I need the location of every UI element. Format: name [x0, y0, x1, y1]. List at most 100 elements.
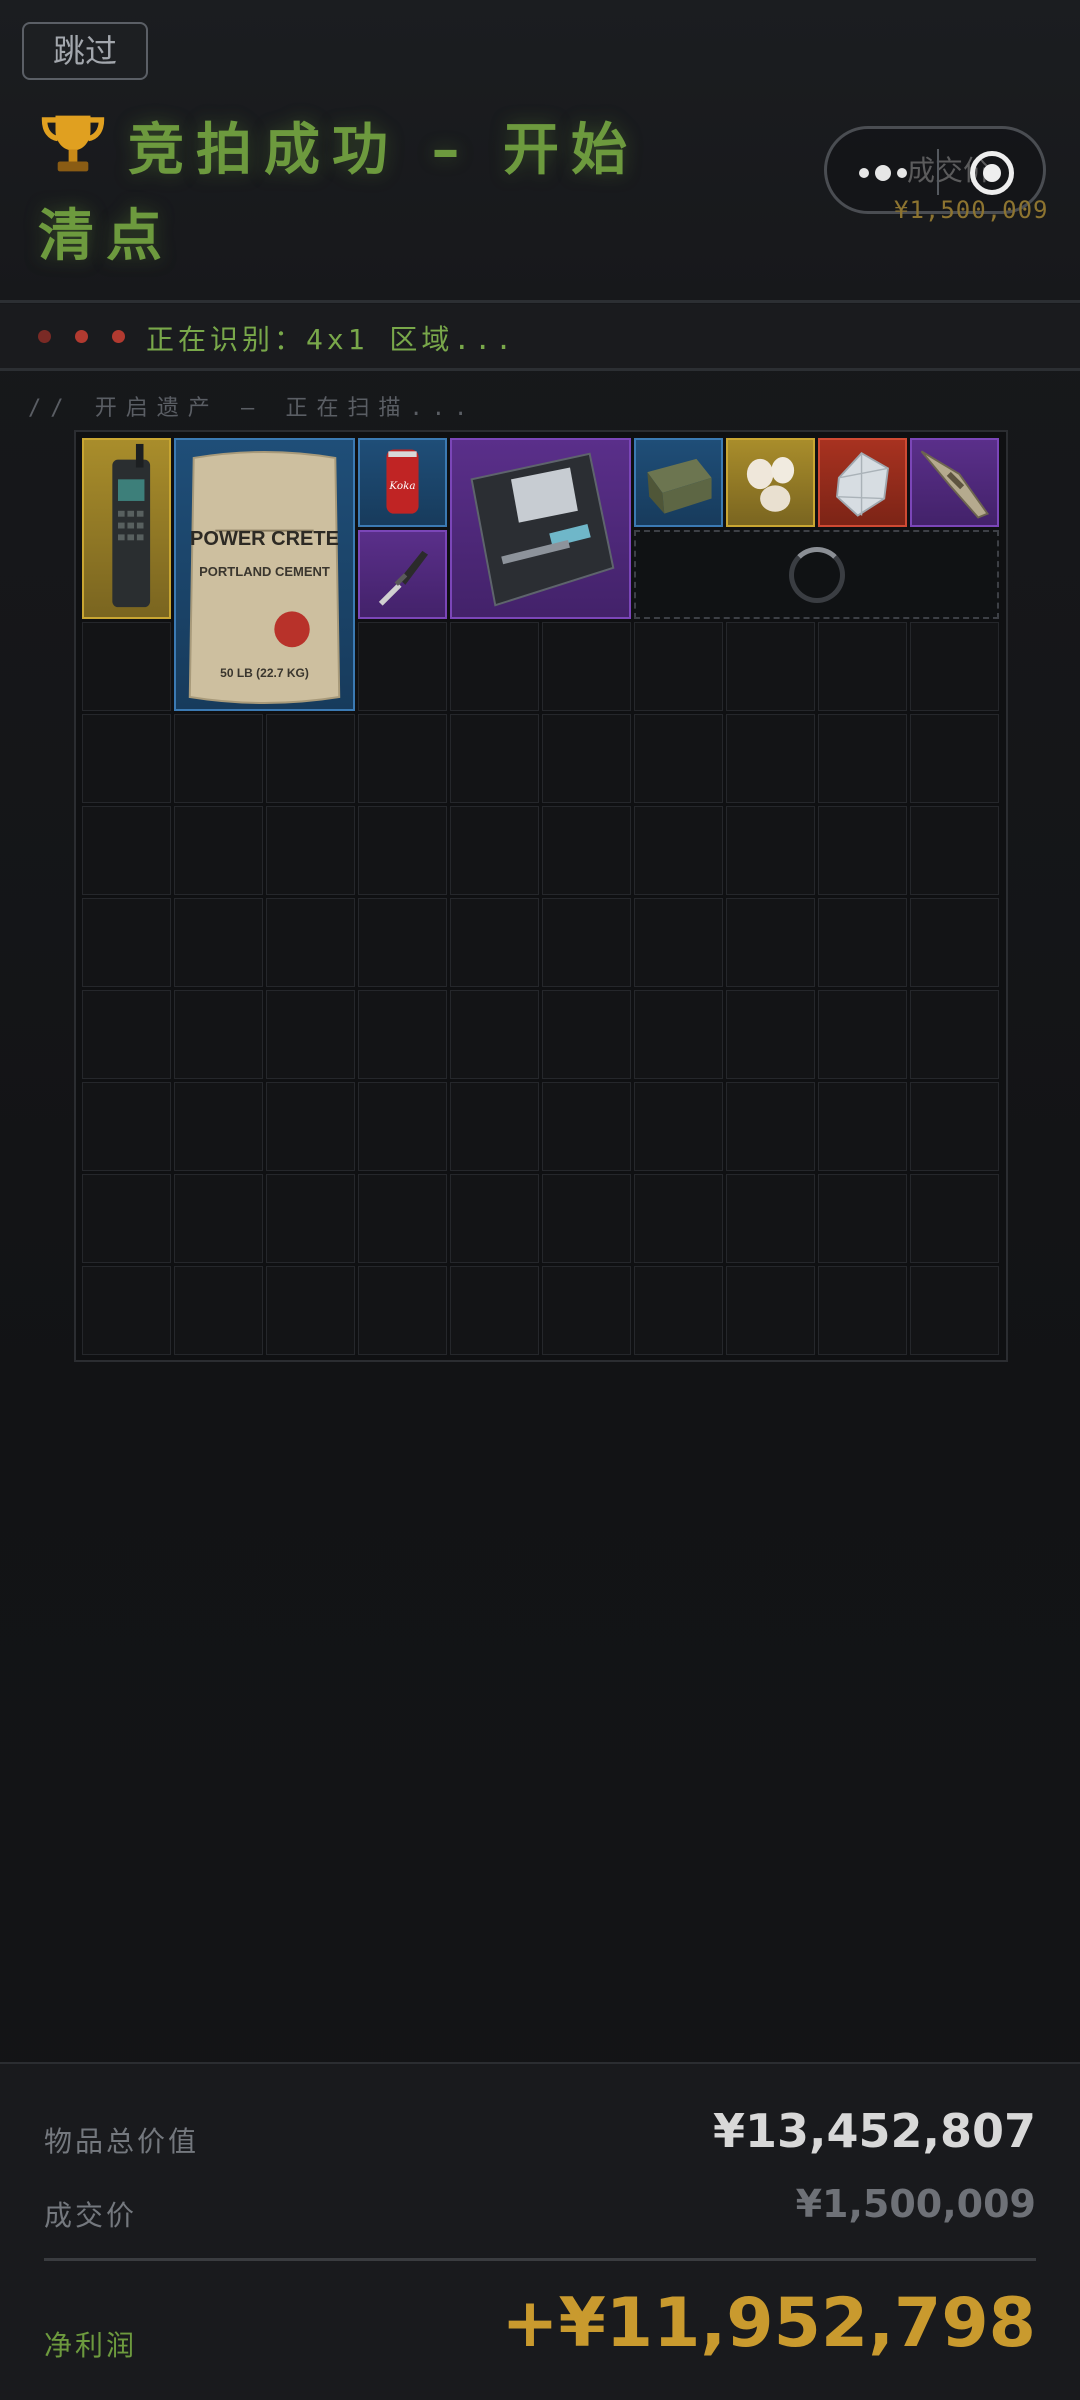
- soda-can-icon: Koka: [386, 449, 419, 514]
- grid-cell: [634, 714, 723, 803]
- title-text: 竞拍成功 – 开始清点: [38, 118, 639, 269]
- more-icon[interactable]: [859, 165, 907, 181]
- grid-cell: [82, 622, 171, 711]
- grid-cell: [818, 622, 907, 711]
- grid-cell: [82, 1082, 171, 1171]
- grid-cell: [450, 1174, 539, 1263]
- grid-cell: [542, 806, 631, 895]
- skip-button[interactable]: 跳过: [22, 22, 148, 80]
- grid-cell: [358, 1082, 447, 1171]
- grid-cell: [910, 1174, 999, 1263]
- grid-cell: [818, 1174, 907, 1263]
- grid-cell: [358, 1174, 447, 1263]
- status-bar: 正在识别：4x1 区域...: [0, 304, 1080, 368]
- grid-cell: [174, 990, 263, 1079]
- cement-bag-weight: 50 LB (22.7 KG): [220, 666, 309, 680]
- grid-cell: [174, 1174, 263, 1263]
- knife-icon: [378, 550, 428, 606]
- grid-cell: [266, 714, 355, 803]
- grid-cell: [818, 1266, 907, 1355]
- status-divider: [0, 368, 1080, 371]
- grid-cell: [910, 714, 999, 803]
- net-profit-label: 净利润: [44, 2329, 138, 2362]
- grid-cell: [450, 1082, 539, 1171]
- item-spear-head[interactable]: [910, 438, 999, 527]
- grid-cell: [726, 1266, 815, 1355]
- grid-cell: [358, 990, 447, 1079]
- grid-cell: [542, 1266, 631, 1355]
- item-diamond[interactable]: [818, 438, 907, 527]
- summary-panel: 物品总价值 ¥13,452,807 成交价 ¥1,500,009 净利润 +¥1…: [0, 2062, 1080, 2400]
- svg-text:Koka: Koka: [388, 480, 415, 492]
- deal-price-small: ¥1,500,009: [894, 196, 1049, 224]
- trophy-icon: [41, 115, 105, 172]
- grid-cell: [542, 990, 631, 1079]
- summary-divider: [44, 2258, 1036, 2261]
- grid-cell: [82, 898, 171, 987]
- grid-cell: [818, 1082, 907, 1171]
- grid-cell: [818, 898, 907, 987]
- grid-cell: [910, 806, 999, 895]
- grid-cell: [726, 806, 815, 895]
- grid-cell: [450, 622, 539, 711]
- motherboard-icon: [470, 452, 615, 607]
- grid-cell: [266, 990, 355, 1079]
- grid-cell: [818, 806, 907, 895]
- inventory-grid: POWER CRETE PORTLAND CEMENT 50 LB (22.7 KG…: [74, 430, 1008, 1362]
- grid-cell: [266, 806, 355, 895]
- grid-cell: [266, 1082, 355, 1171]
- scanning-slot: [634, 530, 999, 619]
- item-soda-can[interactable]: Koka: [358, 438, 447, 527]
- grid-cell: [174, 806, 263, 895]
- grid-cell: [82, 714, 171, 803]
- ammo-tin-icon: [647, 458, 712, 514]
- grid-cell: [358, 806, 447, 895]
- grid-cell: [82, 1174, 171, 1263]
- grid-cell: [450, 714, 539, 803]
- grid-cell: [266, 1266, 355, 1355]
- grid-cell: [450, 898, 539, 987]
- total-value: ¥13,452,807: [712, 2104, 1036, 2158]
- grid-cell: [634, 1174, 723, 1263]
- grid-cell: [726, 714, 815, 803]
- grid-cell: [174, 1082, 263, 1171]
- grid-cell: [634, 1266, 723, 1355]
- item-pearls[interactable]: [726, 438, 815, 527]
- grid-cell: [542, 898, 631, 987]
- grid-cell: [450, 990, 539, 1079]
- header-divider: [0, 300, 1080, 303]
- page: 跳过 竞拍成功 – 开始清点 成交价 ¥1,500,009 正在识别：4x1 区…: [0, 0, 1080, 2400]
- grid-cell: [910, 990, 999, 1079]
- item-knife[interactable]: [358, 530, 447, 619]
- status-dots-icon: [38, 330, 125, 343]
- grid-cell: [174, 898, 263, 987]
- grid-cell: [910, 1266, 999, 1355]
- total-value-label: 物品总价值: [44, 2125, 200, 2158]
- grid-cell: [542, 1082, 631, 1171]
- grid-cell: [174, 714, 263, 803]
- item-cement-bag[interactable]: POWER CRETE PORTLAND CEMENT 50 LB (22.7 KG…: [174, 438, 355, 711]
- cement-bag-subtitle: PORTLAND CEMENT: [199, 564, 330, 579]
- grid-cell: [266, 1174, 355, 1263]
- capsule-divider: [937, 149, 939, 195]
- grid-cell: [542, 714, 631, 803]
- spear-head-icon: [920, 450, 990, 519]
- grid-cell: [910, 1082, 999, 1171]
- grid-cell: [358, 898, 447, 987]
- grid-cell: [358, 714, 447, 803]
- grid-cell: [726, 990, 815, 1079]
- satellite-phone-icon: [112, 443, 151, 608]
- grid-cell: [634, 622, 723, 711]
- item-satellite-phone[interactable]: [82, 438, 171, 619]
- grid-cell: [726, 898, 815, 987]
- diamond-icon: [836, 452, 890, 517]
- item-motherboard[interactable]: [450, 438, 631, 619]
- grid-cell: [358, 1266, 447, 1355]
- close-target-icon[interactable]: [970, 151, 1014, 195]
- deal-price-value: ¥1,500,009: [795, 2182, 1036, 2226]
- grid-cell: [542, 622, 631, 711]
- item-ammo-tin[interactable]: [634, 438, 723, 527]
- grid-cell: [82, 1266, 171, 1355]
- grid-cell: [726, 1082, 815, 1171]
- grid-cell: [634, 1082, 723, 1171]
